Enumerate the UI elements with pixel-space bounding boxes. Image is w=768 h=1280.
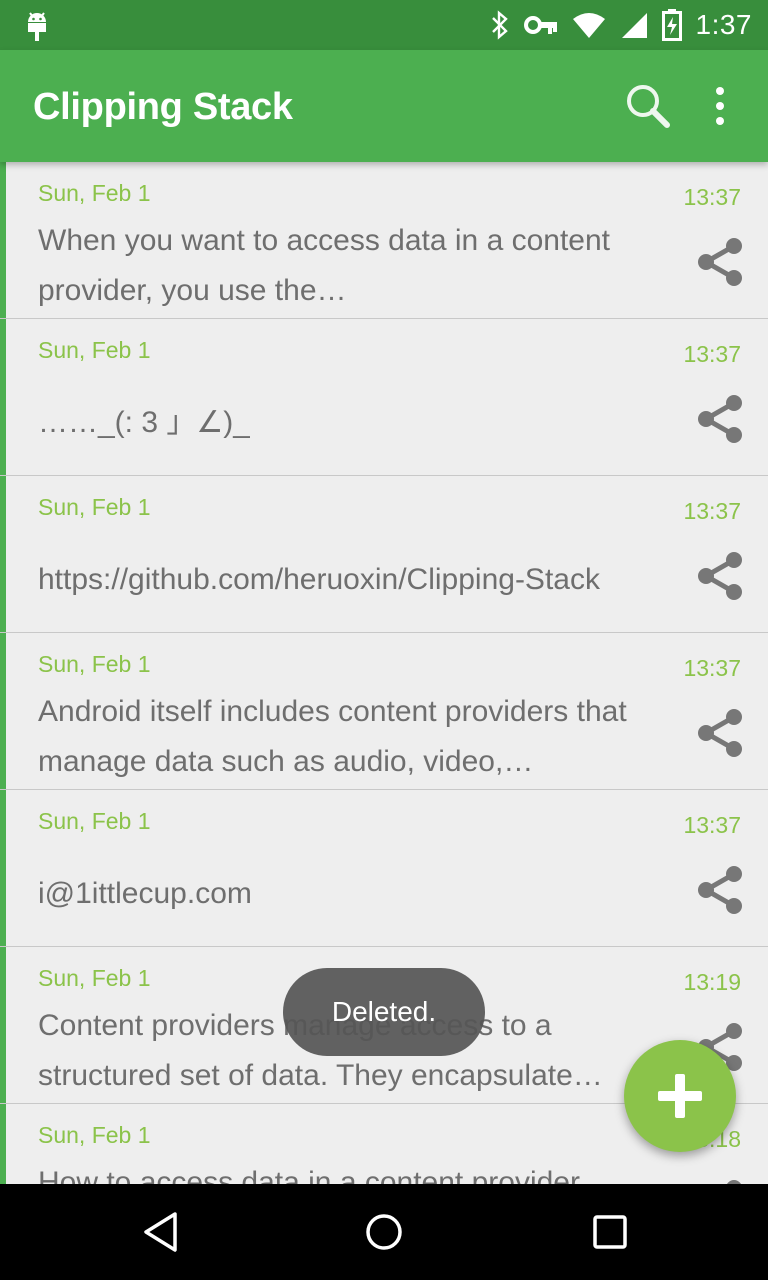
- clip-time: 13:37: [683, 812, 741, 838]
- share-icon[interactable]: [692, 862, 748, 918]
- clip-card[interactable]: Sun, Feb 1 13:37 When you want to access…: [0, 162, 768, 319]
- card-accent-bar: [0, 162, 6, 318]
- home-icon[interactable]: [364, 1210, 404, 1254]
- clip-date: Sun, Feb 1: [38, 494, 151, 520]
- share-icon[interactable]: [692, 548, 748, 604]
- clip-card[interactable]: Sun, Feb 1 13:37 Android itself includes…: [0, 633, 768, 790]
- clip-time: 13:37: [683, 341, 741, 367]
- clip-text-container: When you want to access data in a conten…: [38, 216, 628, 316]
- clip-time: 13:37: [683, 655, 741, 681]
- add-clip-button[interactable]: [624, 1040, 736, 1152]
- card-accent-bar: [0, 947, 6, 1103]
- status-time: 1:37: [695, 9, 752, 40]
- overflow-menu-icon[interactable]: [704, 84, 736, 128]
- clip-text-container: ……_(: 3 」∠)_: [38, 373, 628, 473]
- clip-date: Sun, Feb 1: [38, 180, 151, 206]
- share-icon[interactable]: [692, 391, 748, 447]
- clip-text-container: How to access data in a content provider: [38, 1158, 628, 1184]
- clip-time: 13:37: [683, 184, 741, 210]
- card-accent-bar: [0, 633, 6, 789]
- clip-text: When you want to access data in a conten…: [38, 224, 611, 307]
- clip-text: i@1ittlecup.com: [38, 877, 252, 910]
- share-icon[interactable]: [692, 705, 748, 761]
- clip-date: Sun, Feb 1: [38, 808, 151, 834]
- clip-date: Sun, Feb 1: [38, 1122, 151, 1148]
- clip-card[interactable]: Sun, Feb 1 13:37 ……_(: 3 」∠)_: [0, 319, 768, 476]
- system-nav-bar: [0, 1184, 768, 1280]
- share-icon[interactable]: [692, 234, 748, 290]
- clip-text: Android itself includes content provider…: [38, 695, 627, 778]
- clip-text: How to access data in a content provider: [38, 1166, 580, 1184]
- back-icon[interactable]: [140, 1210, 180, 1254]
- vpn-key-icon: [523, 16, 557, 34]
- clip-date: Sun, Feb 1: [38, 651, 151, 677]
- clip-text: ……_(: 3 」∠)_: [38, 406, 250, 439]
- battery-charging-icon: [661, 9, 682, 41]
- status-bar: 1:37: [0, 0, 768, 50]
- clip-text-container: https://github.com/heruoxin/Clipping-Sta…: [38, 530, 628, 630]
- android-icon: [28, 12, 46, 41]
- recents-icon[interactable]: [590, 1210, 630, 1254]
- card-accent-bar: [0, 1104, 6, 1184]
- card-accent-bar: [0, 790, 6, 946]
- share-icon[interactable]: [692, 1176, 748, 1184]
- clip-time: 13:37: [683, 498, 741, 524]
- clip-text-container: i@1ittlecup.com: [38, 844, 628, 944]
- wifi-icon: [572, 13, 605, 38]
- card-accent-bar: [0, 319, 6, 475]
- app-title: Clipping Stack: [33, 86, 293, 128]
- clip-text: https://github.com/heruoxin/Clipping-Sta…: [38, 563, 600, 596]
- bluetooth-icon: [491, 10, 508, 40]
- clip-card[interactable]: Sun, Feb 1 13:37 https://github.com/heru…: [0, 476, 768, 633]
- card-accent-bar: [0, 476, 6, 632]
- clip-card[interactable]: Sun, Feb 1 13:37 i@1ittlecup.com: [0, 790, 768, 947]
- toast-message: Deleted.: [283, 968, 485, 1056]
- search-icon[interactable]: [624, 82, 672, 130]
- app-bar: Clipping Stack: [0, 50, 768, 162]
- cell-signal-icon: [621, 13, 647, 38]
- clip-date: Sun, Feb 1: [38, 965, 151, 991]
- add-icon: [658, 1074, 702, 1118]
- clip-date: Sun, Feb 1: [38, 337, 151, 363]
- clip-text-container: Android itself includes content provider…: [38, 687, 628, 787]
- clip-time: 13:19: [683, 969, 741, 995]
